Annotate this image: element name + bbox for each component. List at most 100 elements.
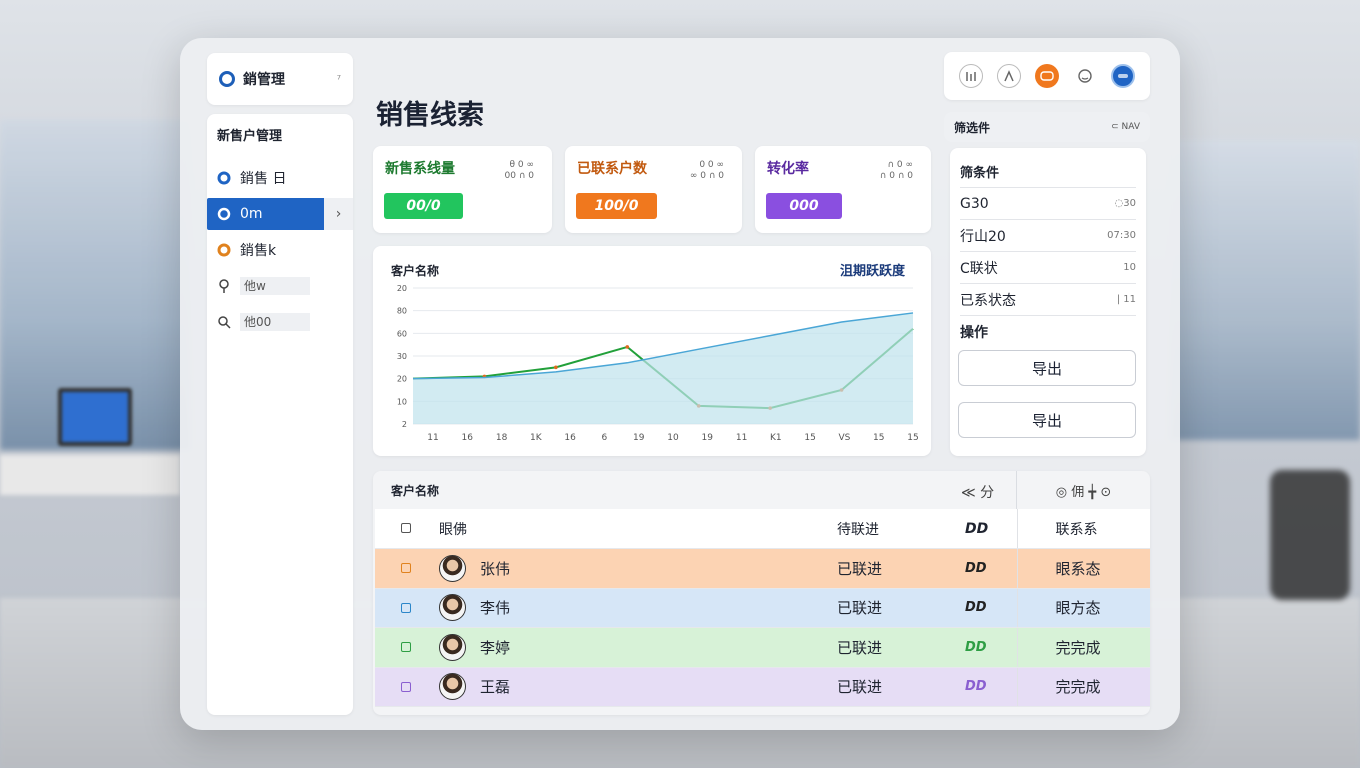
y-tick-label: 10 [397, 397, 407, 406]
x-tick-label: 11 [736, 433, 747, 443]
stat-mini: θ 0 ∞ 00 ∩ 0 [504, 160, 535, 181]
chart-icon[interactable] [959, 64, 983, 88]
sidebar-item-label: 0m [240, 206, 263, 222]
filter-row-label: C联状 [960, 260, 998, 277]
x-tick-label: 15 [873, 433, 884, 443]
x-tick-label: 16 [564, 433, 576, 443]
filter-header-nav[interactable]: ⊂ NAV [1111, 122, 1140, 132]
row-checkbox[interactable] [401, 602, 411, 613]
customer-name: 李婷 [480, 638, 511, 657]
x-tick-label: 19 [702, 433, 714, 443]
table-row[interactable]: 王磊 已联进 DD 完完成 [375, 667, 1150, 707]
sidebar-item-search[interactable]: 他00 [207, 306, 353, 338]
emoji-icon[interactable] [1073, 64, 1097, 88]
filter-row-value: ◌30 [1114, 198, 1136, 209]
stat-mini: 0 0 ∞ ∞ 0 ∩ 0 [689, 160, 724, 181]
row-status: 已联进 [837, 667, 965, 707]
stat-value: 000 [766, 193, 842, 219]
collapse-icon[interactable]: ⁷ [337, 73, 341, 86]
x-tick-label: 16 [462, 433, 474, 443]
y-tick-label: 20 [397, 375, 407, 384]
filter-row[interactable]: 已系状态 | 11 [960, 284, 1136, 316]
filter-row-value: 10 [1123, 262, 1136, 273]
y-tick-label: 80 [397, 307, 407, 316]
sidebar-item-sales-k[interactable]: 銷售k [207, 234, 353, 266]
chat-icon[interactable] [1035, 64, 1059, 88]
background-chair [1270, 470, 1350, 600]
filter-header-label: 筛选件 [954, 120, 991, 135]
x-tick-label: 11 [427, 433, 438, 443]
stat-card-contacted[interactable]: 已联系户数 0 0 ∞ ∞ 0 ∩ 0 100/0 [565, 146, 742, 233]
row-contact: 完完成 [1016, 667, 1150, 707]
location-icon [216, 278, 232, 294]
row-status: 已联进 [837, 627, 965, 668]
table-row[interactable]: 李伟 已联进 DD 眼方态 [375, 588, 1150, 628]
export-button[interactable]: 导出 [958, 350, 1136, 386]
row-checkbox[interactable] [401, 642, 411, 653]
x-tick-label: 1K [530, 433, 543, 443]
row-status: 已联进 [837, 548, 965, 589]
table-title: 客户名称 [391, 483, 440, 498]
sidebar: 新售户管理 銷售 日 0m › 銷售k 他w 他00 [207, 114, 353, 715]
row-checkbox[interactable] [401, 681, 411, 692]
stat-value: 100/0 [576, 193, 657, 219]
row-code: DD [965, 627, 1017, 668]
x-tick-label: 10 [667, 433, 679, 443]
circle-icon [216, 170, 232, 186]
sidebar-item-label: 銷售 日 [240, 171, 287, 187]
sidebar-item-active[interactable]: 0m › [207, 198, 353, 230]
app-title: 銷管理 [243, 72, 285, 88]
y-tick-label: 60 [397, 329, 407, 338]
header-code: DD [965, 509, 1017, 549]
avatar [439, 554, 466, 582]
sidebar-item-label: 銷售k [240, 243, 277, 259]
filter-row-label: 行山20 [960, 228, 1006, 245]
row-code: DD [965, 588, 1017, 628]
x-tick-label: K1 [770, 433, 782, 443]
customer-name: 李伟 [480, 599, 511, 618]
filter-row[interactable]: C联状 10 [960, 252, 1136, 284]
x-tick-label: 18 [496, 433, 508, 443]
chart-panel: 客户名称 沮期跃跃度 2 10 20 30 60 80 20 11 16 18 1K 16 6 19 10 1… [373, 246, 931, 456]
x-tick-label: 15 [907, 433, 918, 443]
operations-label: 操作 [960, 325, 988, 341]
user-icon[interactable] [1111, 64, 1135, 88]
stat-card-conversion[interactable]: 转化率 ∩ 0 ∞ ∩ 0 ∩ 0 000 [755, 146, 931, 233]
background-window-right [1170, 140, 1360, 440]
row-code: DD [965, 548, 1017, 589]
crm-app-window: 銷管理 ⁷ 新售户管理 銷售 日 0m › 銷售k 他w 他00 销售线索 新售… [180, 38, 1180, 730]
sidebar-section-title: 新售户管理 [217, 129, 283, 144]
header-name[interactable]: 眼佛 [439, 509, 837, 549]
filter-row[interactable]: 行山20 07:30 [960, 220, 1136, 252]
filter-row-value: 07:30 [1107, 230, 1136, 241]
y-tick-label: 30 [397, 352, 407, 361]
table-sort-control[interactable]: ≪ 分 [961, 482, 994, 502]
brand-header[interactable]: 銷管理 ⁷ [207, 53, 353, 105]
export-button-secondary[interactable]: 导出 [958, 402, 1136, 438]
filter-row-value: | 11 [1116, 294, 1136, 305]
stat-card-new-leads[interactable]: 新售系线量 θ 0 ∞ 00 ∩ 0 00/0 [373, 146, 552, 233]
header-status[interactable]: 待联进 [837, 509, 965, 549]
bars-icon[interactable] [997, 64, 1021, 88]
background-monitor [58, 388, 132, 446]
stat-mini: ∩ 0 ∞ ∩ 0 ∩ 0 [879, 160, 913, 181]
table-actions[interactable]: ◎ 佣 ╈ ⊙ [1016, 471, 1150, 509]
header-contact[interactable]: 联系系 [1016, 509, 1150, 549]
table-row[interactable]: 张伟 已联进 DD 眼系态 [375, 548, 1150, 589]
filter-row[interactable]: G30 ◌30 [960, 188, 1136, 220]
row-contact: 眼系态 [1016, 548, 1150, 589]
chevron-right-icon[interactable]: › [324, 198, 353, 230]
data-point [554, 365, 558, 370]
table-row[interactable]: 李婷 已联进 DD 完完成 [375, 627, 1150, 668]
stat-value: 00/0 [384, 193, 463, 219]
customer-name: 张伟 [480, 559, 511, 578]
sidebar-item-sales[interactable]: 銷售 日 [207, 162, 353, 194]
select-all-checkbox[interactable] [401, 522, 411, 533]
row-code: DD [965, 667, 1017, 707]
filter-panel: 筛条件 G30 ◌30 行山20 07:30 C联状 10 已系状态 | 11 … [950, 148, 1146, 456]
customer-name: 王磊 [480, 678, 511, 697]
row-checkbox[interactable] [401, 563, 411, 574]
series-area [413, 312, 913, 424]
y-tick-label: 20 [397, 284, 407, 293]
sidebar-item-location[interactable]: 他w [207, 270, 353, 302]
